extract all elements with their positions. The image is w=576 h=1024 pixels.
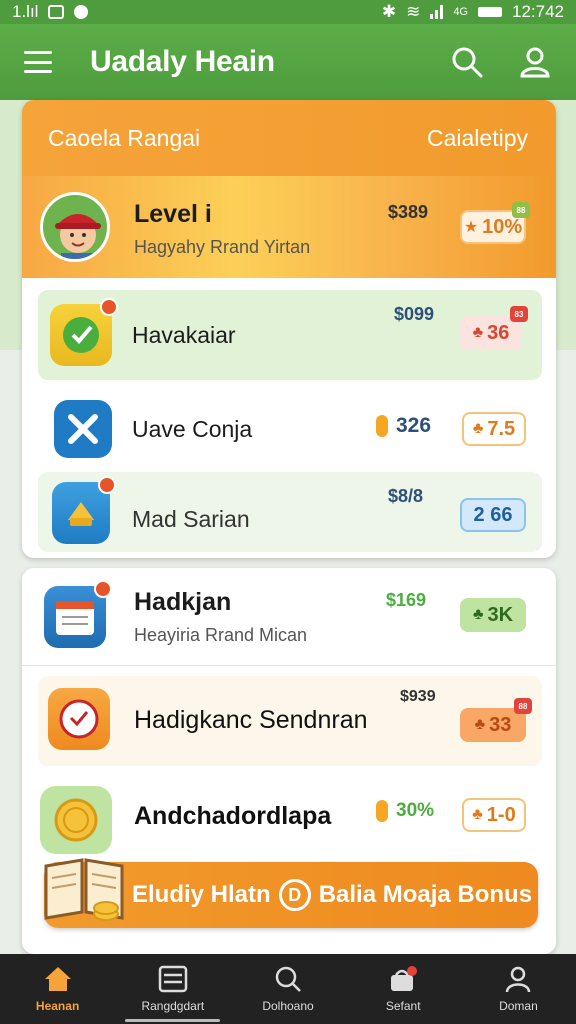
badge-value: 3K: [487, 603, 514, 626]
profile-icon: [506, 966, 531, 993]
book-icon: [44, 858, 124, 921]
item-subtitle: Hagyahy Rrand Yirtan: [134, 237, 311, 257]
item-title: Andchadordlapa: [134, 802, 332, 830]
profile-icon[interactable]: [518, 45, 552, 79]
list-item-uave-conja[interactable]: Uave Conja 326 ♣ 7.5: [38, 392, 542, 468]
app-bar: Uadaly Heain: [0, 24, 576, 100]
rating-badge: ♣ 1-0: [462, 798, 526, 832]
item-price: 326: [376, 414, 431, 438]
badge-value: 36: [487, 321, 510, 344]
badge-corner: 83: [510, 306, 528, 322]
tools-app-icon: [54, 400, 112, 458]
list-item-level[interactable]: Level i Hagyahy Rrand Yirtan $389 ★ 10% 8…: [22, 176, 556, 278]
app-notification-icon: [74, 5, 89, 19]
search-icon[interactable]: [450, 45, 484, 79]
avatar: [40, 192, 110, 262]
app-title: Uadaly Heain: [90, 45, 275, 78]
flame-icon: ♣: [472, 420, 484, 437]
nav-label: Doman: [499, 999, 538, 1013]
score-badge: ♣ 33 88: [460, 698, 532, 742]
card-header-title: Caoela Rangai: [48, 124, 201, 151]
wifi-icon: ≋: [406, 2, 421, 21]
battery-icon: [478, 7, 502, 17]
nav-item-home[interactable]: Heanan: [0, 954, 115, 1024]
chat-app-icon: [50, 298, 118, 366]
coin-icon: [376, 415, 388, 437]
price-value: 326: [396, 414, 432, 437]
nav-indicator: [125, 1019, 221, 1022]
vibrate-icon: ✱: [381, 2, 397, 21]
item-title: Hadigkanc Sendnran: [134, 706, 368, 734]
image-notification-icon: [48, 5, 65, 19]
item-title: Uave Conja: [132, 416, 253, 442]
clock-app-icon: [48, 688, 110, 750]
bottom-navigation: Heanan Rangdgdart Dolhoano Sefant Doman: [0, 954, 576, 1024]
badge-corner: 88: [514, 698, 532, 714]
flame-icon: ♣: [472, 324, 484, 341]
ranking-card: Caoela Rangai Caialetipy Level i Hagyahy…: [22, 100, 556, 558]
nav-label: Dolhoano: [262, 999, 314, 1013]
coin-icon: [376, 800, 388, 822]
card-header-category[interactable]: Caialetipy: [427, 125, 528, 152]
cell-signal-icon: [430, 5, 444, 19]
nav-label: Heanan: [35, 999, 80, 1013]
badge-value: 7.5: [487, 417, 516, 440]
bonus-coin-icon: D: [278, 879, 311, 911]
item-price: $169: [386, 590, 427, 610]
notification-dot: [98, 476, 116, 494]
hamburger-menu-icon[interactable]: [24, 51, 52, 73]
status-bar: 1.lıl ✱ ≋ 4G 12:742: [0, 0, 576, 24]
item-subtitle: Heayiria Rrand Mican: [134, 625, 308, 645]
item-price: $099: [394, 304, 435, 324]
notification-dot: [100, 298, 118, 316]
calendar-app-icon: [44, 580, 112, 648]
nav-item-search[interactable]: Dolhoano: [230, 954, 345, 1024]
flame-icon: ♣: [472, 806, 483, 823]
list-item-hadkjan[interactable]: Hadkjan Heayiria Rrand Mican $169 ♣ 3K: [22, 568, 556, 666]
list-item-mad-sarian[interactable]: Mad Sarian $8/8 2 66: [38, 472, 542, 552]
badge-corner: 88: [512, 202, 530, 218]
bonus-text-right: Balia Moaja Bonus: [318, 881, 533, 908]
signal-text: 1.lıl: [12, 2, 39, 21]
badge-value: 10%: [482, 215, 523, 238]
points-badge: 2 66: [460, 498, 526, 532]
item-price: $389: [388, 202, 429, 222]
shop-app-icon: [52, 476, 116, 544]
clock: 12:742: [512, 2, 564, 21]
search-icon: [275, 966, 301, 992]
item-price: 30%: [376, 800, 434, 822]
item-title: Level i: [134, 200, 212, 228]
nav-item-cart[interactable]: Sefant: [346, 954, 461, 1024]
list-icon: [158, 965, 188, 993]
price-value: 30%: [396, 800, 435, 821]
nav-item-ranking[interactable]: Rangdgdart: [115, 954, 230, 1024]
nav-item-profile[interactable]: Doman: [461, 954, 576, 1024]
list-item-hadigkanc[interactable]: Hadigkanc Sendnran $939 ♣ 33 88: [38, 676, 542, 766]
item-title: Mad Sarian: [132, 506, 250, 532]
item-title: Hadkjan: [134, 588, 232, 616]
flame-icon: ♣: [472, 606, 484, 623]
notification-dot: [94, 580, 112, 598]
discount-badge: ★ 10% 88: [460, 202, 530, 244]
nav-label: Sefant: [385, 999, 421, 1013]
bonus-coin-letter: D: [288, 884, 302, 905]
count-badge: ♣ 3K: [460, 598, 526, 632]
flame-icon: ★: [463, 219, 479, 236]
nav-label: Rangdgdart: [141, 999, 205, 1013]
score-badge: ♣ 36 83: [460, 306, 528, 350]
home-icon: [44, 967, 71, 991]
badge-value: 1-0: [486, 803, 516, 826]
flame-icon: ♣: [474, 716, 486, 733]
network-type: 4G: [453, 6, 468, 18]
badge-value: 33: [489, 713, 512, 736]
bag-icon: [391, 966, 418, 991]
rating-badge: ♣ 7.5: [462, 412, 526, 446]
item-title: Havakaiar: [132, 322, 236, 348]
card-header: Caoela Rangai Caialetipy: [22, 100, 556, 176]
item-price: $939: [400, 688, 436, 705]
coin-app-icon: [40, 786, 112, 854]
list-item-havakaiar[interactable]: Havakaiar $099 ♣ 36 83: [38, 290, 542, 380]
item-price: $8/8: [388, 486, 424, 506]
bonus-text-left: Eludiy Hlatn: [132, 881, 271, 908]
